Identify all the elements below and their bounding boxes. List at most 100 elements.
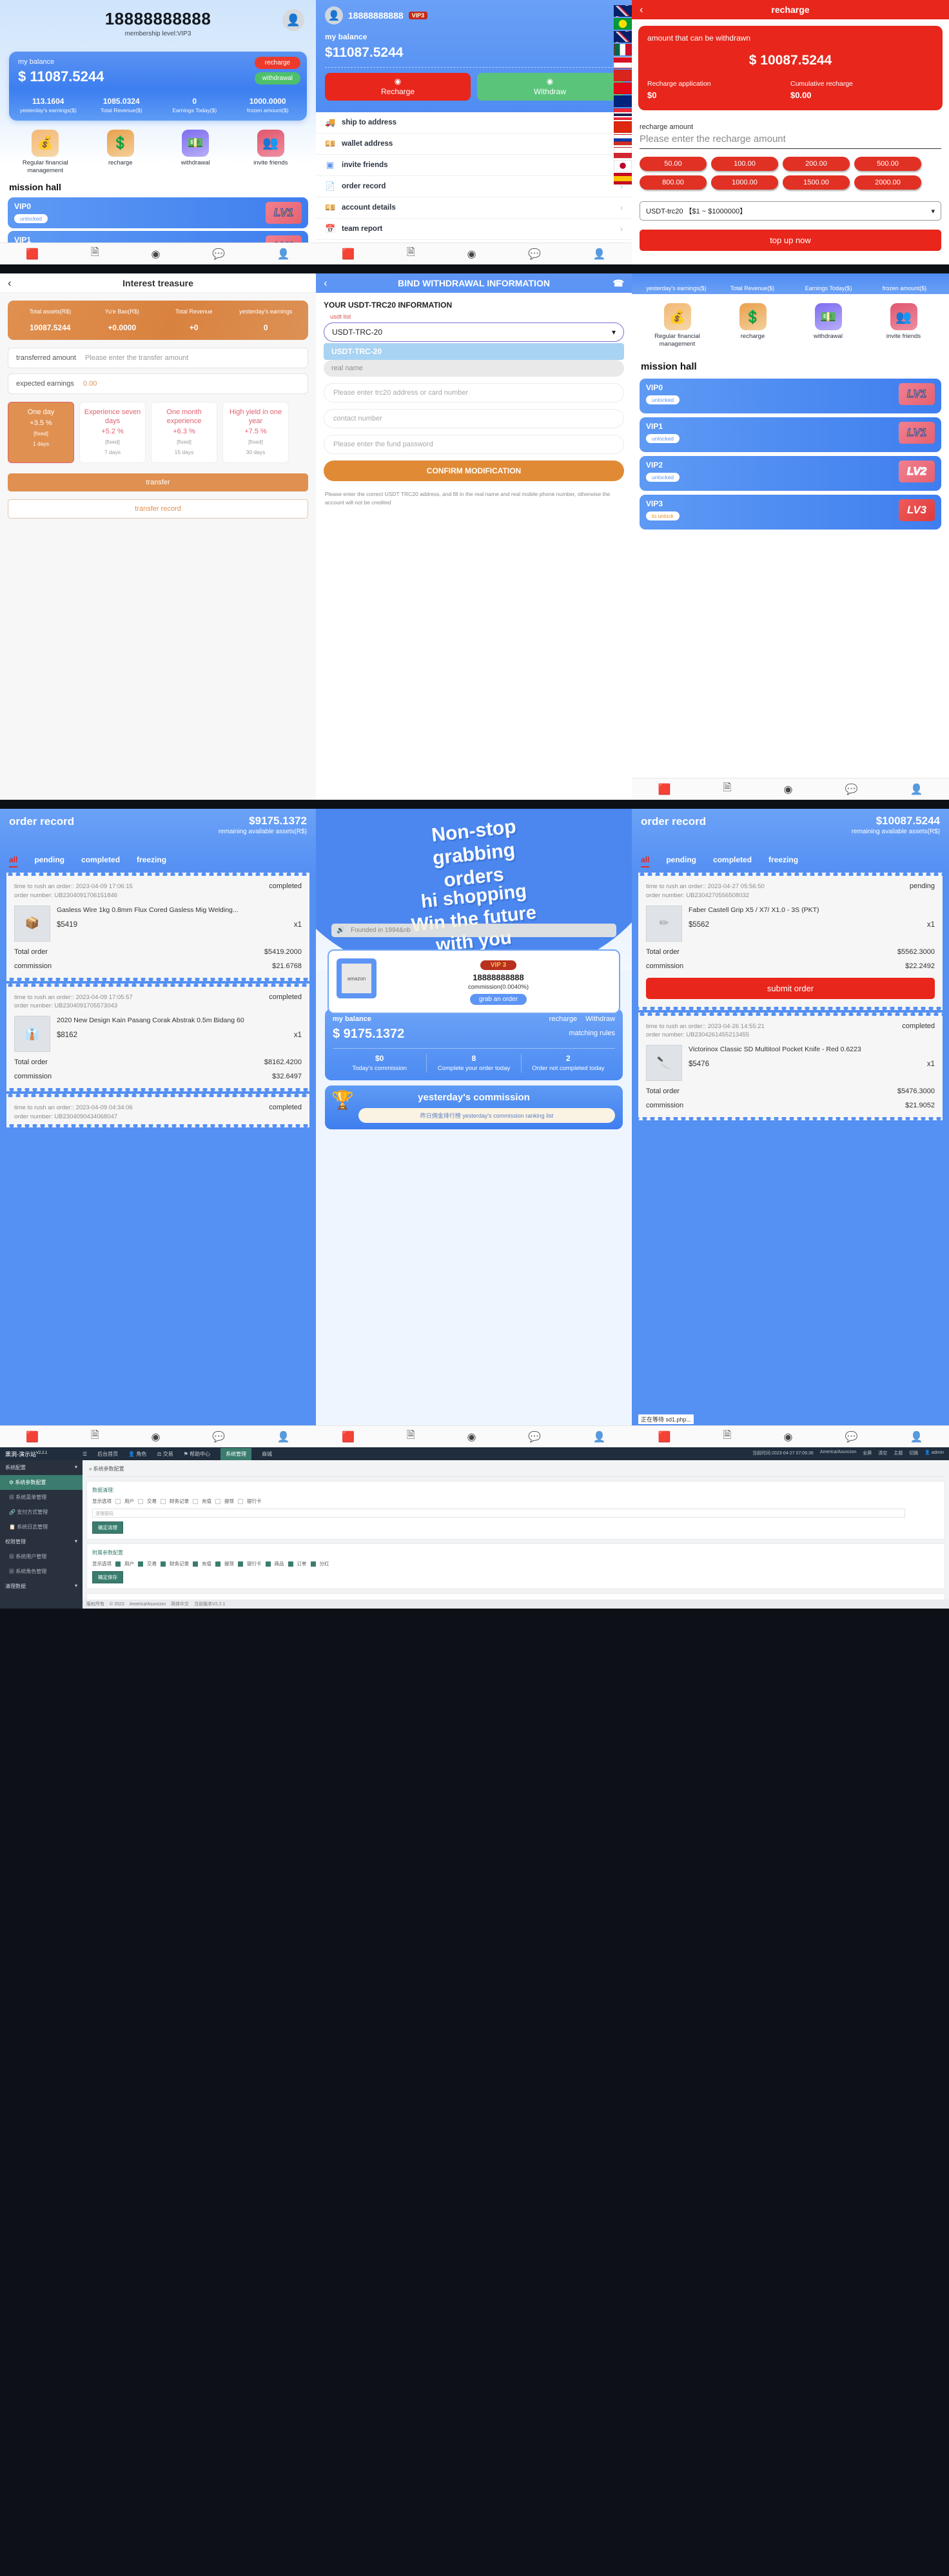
tab-orders-icon[interactable]: 🗎: [407, 245, 415, 263]
tab-grab-icon[interactable]: ◉: [467, 1431, 476, 1443]
checkbox[interactable]: [215, 1498, 220, 1504]
menu-item-account-details[interactable]: 💴 account details ›: [316, 197, 632, 219]
confirm-modification-button[interactable]: CONFIRM MODIFICATION: [324, 461, 624, 481]
preset-amount-button[interactable]: 50.00: [640, 157, 707, 171]
tab-home-icon[interactable]: 🟥: [26, 1431, 39, 1443]
menu-item-order-record[interactable]: 📄 order record ›: [316, 176, 632, 197]
quick-invite-friends[interactable]: 👥 invite friends: [866, 303, 941, 348]
checkbox[interactable]: [161, 1498, 166, 1504]
tab-pending[interactable]: pending: [34, 855, 64, 867]
transfer-record-button[interactable]: transfer record: [8, 499, 308, 519]
checkbox[interactable]: [161, 1561, 166, 1567]
tab-home-icon[interactable]: 🟥: [342, 248, 355, 261]
flag-japan[interactable]: [614, 160, 632, 172]
checkbox[interactable]: [193, 1561, 198, 1567]
checkbox[interactable]: [265, 1561, 271, 1567]
tab-service-icon[interactable]: 💬: [845, 783, 858, 796]
tab-mine-icon[interactable]: 👤: [910, 783, 923, 796]
bottom-tabbar[interactable]: 🟥 🗎 ◉ 💬 👤: [632, 1425, 949, 1447]
back-icon[interactable]: ‹: [640, 3, 643, 16]
menu-dashboard[interactable]: 后台首页: [97, 1451, 118, 1458]
checkbox[interactable]: [115, 1561, 121, 1567]
checkbox[interactable]: [215, 1561, 220, 1567]
back-icon[interactable]: ‹: [8, 277, 12, 290]
tab-service-icon[interactable]: 💬: [528, 248, 541, 261]
channel-select[interactable]: USDT-trc20 【$1 ~ $1000000】 ▾: [640, 201, 941, 221]
recharge-button[interactable]: ◉ Recharge: [325, 73, 471, 101]
order-ticket[interactable]: time to rush an order:: 2023-04-09 17:05…: [6, 983, 309, 1089]
withdraw-link[interactable]: Withdraw: [585, 1015, 615, 1023]
checkbox[interactable]: [288, 1561, 293, 1567]
withdrawal-button[interactable]: withdrawal: [254, 72, 300, 84]
tab-mine-icon[interactable]: 👤: [277, 1431, 290, 1443]
usdt-select[interactable]: USDT-TRC-20 ▾: [324, 322, 624, 342]
preset-amount-button[interactable]: 1000.00: [711, 175, 778, 190]
tab-grab-icon[interactable]: ◉: [151, 248, 160, 261]
avatar[interactable]: 👤: [325, 6, 343, 25]
tab-pending[interactable]: pending: [666, 855, 696, 867]
tab-mine-icon[interactable]: 👤: [593, 1431, 606, 1443]
sidebar-group-permissions[interactable]: 权限管理 ▾: [0, 1534, 83, 1549]
bottom-tabbar[interactable]: 🟥 🗎 ◉ 💬 👤: [0, 243, 316, 264]
bottom-tabbar[interactable]: 🟥 🗎 ◉ 💬 👤: [632, 778, 949, 800]
tab-freezing[interactable]: freezing: [768, 855, 798, 867]
top-up-now-button[interactable]: top up now: [640, 230, 941, 251]
tab-home-icon[interactable]: 🟥: [26, 248, 39, 261]
sidebar-item-system-menu[interactable]: ▦ 系统菜单管理: [0, 1490, 83, 1505]
address-input[interactable]: Please enter trc20 address or card numbe…: [324, 383, 624, 402]
flag-brazil[interactable]: [614, 18, 632, 30]
order-ticket[interactable]: time to rush an order:: 2023-04-26 14:55…: [638, 1012, 943, 1118]
sidebar-group-clear-data[interactable]: 清理数据 ▾: [0, 1579, 83, 1594]
flag-australia[interactable]: [614, 95, 632, 107]
menu-item-ship-to-address[interactable]: 🚚 ship to address ›: [316, 112, 632, 134]
tab-mine-icon[interactable]: 👤: [910, 1431, 923, 1443]
checkbox[interactable]: [138, 1498, 143, 1504]
flag-uk[interactable]: [614, 5, 632, 17]
flag-indonesia[interactable]: [614, 147, 632, 159]
tab-orders-icon[interactable]: 🗎: [91, 1428, 99, 1445]
real-name-input[interactable]: real name: [324, 360, 624, 377]
preset-amount-button[interactable]: 200.00: [783, 157, 850, 171]
checkbox[interactable]: [238, 1498, 243, 1504]
avatar[interactable]: 👤: [282, 9, 304, 31]
menu-roles[interactable]: 👤 角色: [128, 1451, 146, 1458]
menu-item-team-report[interactable]: 📅 team report ›: [316, 219, 632, 240]
sidebar-group-system-config[interactable]: 系统配置 ▾: [0, 1460, 83, 1475]
theme-button[interactable]: 主题: [894, 1450, 903, 1456]
menu-mall[interactable]: 商城: [262, 1451, 272, 1458]
menu-system[interactable]: 系统管理: [220, 1447, 252, 1460]
checkbox[interactable]: [310, 1561, 316, 1567]
tab-grab-icon[interactable]: ◉: [783, 783, 792, 796]
tab-service-icon[interactable]: 💬: [845, 1431, 858, 1443]
tab-grab-icon[interactable]: ◉: [783, 1431, 792, 1443]
recharge-button[interactable]: recharge: [254, 57, 300, 69]
checkbox[interactable]: [193, 1498, 198, 1504]
recharge-link[interactable]: recharge: [549, 1015, 577, 1023]
quick-regular-financial[interactable]: 💰 Regular financial management: [8, 129, 83, 175]
tab-orders-icon[interactable]: 🗎: [91, 245, 99, 263]
tab-completed[interactable]: completed: [713, 855, 752, 867]
withdraw-button[interactable]: ◉ Withdraw: [477, 73, 623, 101]
vip-row-0[interactable]: VIP0 unlocked LV1: [640, 378, 941, 413]
tab-all[interactable]: all: [641, 855, 650, 867]
flag-china[interactable]: [614, 121, 632, 133]
fullscreen-button[interactable]: 全屏: [863, 1450, 872, 1456]
submit-order-button[interactable]: submit order: [646, 977, 935, 999]
menu-item-invite-friends[interactable]: ▣ invite friends ›: [316, 155, 632, 176]
checkbox[interactable]: [238, 1561, 243, 1567]
usdt-option-item[interactable]: USDT-TRC-20: [324, 343, 624, 360]
tab-orders-icon[interactable]: 🗎: [723, 1428, 732, 1445]
language-flag-list[interactable]: [614, 5, 632, 186]
order-ticket-partial[interactable]: time to rush an order:: 2023-04-09 04:34…: [6, 1094, 309, 1124]
vip-row-2[interactable]: VIP2 unlocked LV2: [640, 455, 941, 491]
admin-user[interactable]: 👤 admin: [925, 1450, 944, 1456]
flag-peru[interactable]: [614, 57, 632, 68]
sidebar-item-system-roles[interactable]: ▦ 系统角色管理: [0, 1564, 83, 1579]
matching-rules-link[interactable]: matching rules: [569, 1029, 615, 1037]
tab-completed[interactable]: completed: [81, 855, 120, 867]
tab-orders-icon[interactable]: 🗎: [407, 1428, 415, 1445]
quick-regular-financial[interactable]: 💰 Regular financial management: [640, 303, 715, 348]
menu-help[interactable]: ⚑ 帮助中心: [184, 1451, 210, 1458]
tab-service-icon[interactable]: 💬: [212, 248, 225, 261]
quick-withdrawal[interactable]: 💵 withdrawal: [790, 303, 866, 348]
